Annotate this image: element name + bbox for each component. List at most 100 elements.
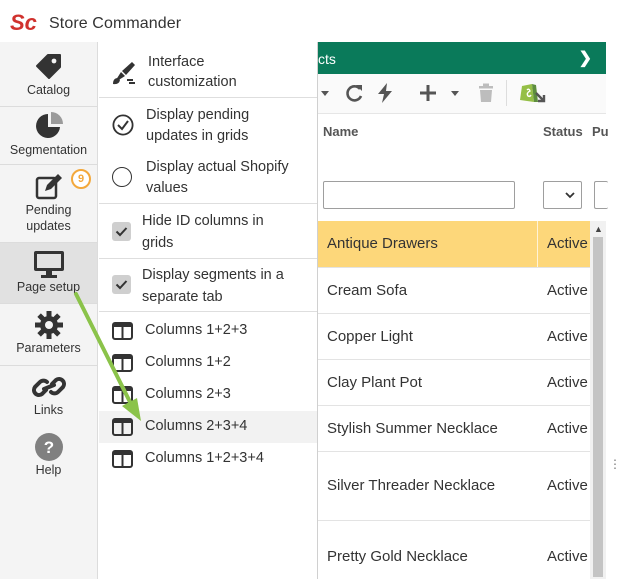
menu-item-label: Columns 2+3 xyxy=(145,386,231,402)
edit-icon xyxy=(35,174,62,200)
menu-item-hide-id-columns[interactable]: Hide ID columns in grids xyxy=(99,205,317,257)
link-icon xyxy=(31,377,66,397)
sidebar-divider xyxy=(0,164,97,165)
tag-icon xyxy=(35,54,61,79)
third-filter-input[interactable] xyxy=(594,181,608,209)
sidebar-item-page-setup[interactable]: Page setup xyxy=(0,243,97,303)
menu-item-label: Columns 1+2+3+4 xyxy=(145,450,264,466)
menu-item-columns-1-2-3-4[interactable]: Columns 1+2+3+4 xyxy=(99,443,317,475)
menu-divider xyxy=(99,203,317,204)
caret-down-icon[interactable] xyxy=(320,90,330,98)
cell-name: Copper Light xyxy=(327,328,413,345)
checkbox-checked-icon xyxy=(112,275,131,294)
menu-item-label: customization xyxy=(148,74,237,90)
menu-item-columns-1-2[interactable]: Columns 1+2 xyxy=(99,347,317,379)
checkbox-checked-icon xyxy=(112,222,131,241)
column-header-third[interactable]: Pu xyxy=(592,124,609,139)
columns-icon xyxy=(112,418,133,436)
refresh-icon[interactable] xyxy=(344,82,364,104)
menu-item-label: Interface xyxy=(148,54,205,70)
app-title: Store Commander xyxy=(49,15,182,32)
sidebar-item-label: Page setup xyxy=(16,280,81,294)
columns-icon xyxy=(112,322,133,340)
menu-item-display-segments-tab[interactable]: Display segments in a separate tab xyxy=(99,260,317,310)
menu-divider xyxy=(99,258,317,259)
menu-divider xyxy=(99,97,317,98)
menu-item-label: Columns 1+2 xyxy=(145,354,231,370)
menu-item-display-actual-shopify-values[interactable]: Display actual Shopify values xyxy=(99,150,317,202)
scroll-up-arrow-icon[interactable]: ▲ xyxy=(594,224,603,234)
menu-item-label: Display segments in a xyxy=(142,267,284,283)
sidebar-item-catalog[interactable]: Catalog xyxy=(0,48,97,106)
table-row[interactable]: Antique Drawers Active xyxy=(318,221,590,268)
cell-divider xyxy=(537,221,538,267)
pending-updates-badge: 9 xyxy=(71,169,91,189)
cell-status: Active xyxy=(547,282,588,299)
grid-toolbar xyxy=(318,74,606,114)
store-commander-logo[interactable]: Sc xyxy=(10,9,40,35)
products-grid-panel: cts ❯ Name Status Pu Antique Drawers Act… xyxy=(318,42,609,579)
cell-name: Silver Threader Necklace xyxy=(327,477,496,494)
table-row[interactable]: Clay Plant Pot Active xyxy=(318,360,590,406)
cell-status: Active xyxy=(547,477,588,494)
table-row[interactable]: Stylish Summer Necklace Active xyxy=(318,406,590,452)
menu-item-label: grids xyxy=(142,235,174,251)
table-row[interactable]: Cream Sofa Active xyxy=(318,268,590,314)
sidebar-item-help[interactable]: ? Help xyxy=(0,430,97,484)
sidebar-divider xyxy=(0,365,97,366)
status-filter-select[interactable] xyxy=(543,181,582,209)
svg-text:?: ? xyxy=(43,438,53,457)
shopify-sync-icon[interactable] xyxy=(518,80,548,108)
menu-item-display-pending-updates[interactable]: Display pending updates in grids xyxy=(99,99,317,149)
empty-circle-icon xyxy=(112,167,132,187)
cell-name: Pretty Gold Necklace xyxy=(327,548,468,565)
monitor-icon xyxy=(33,251,64,278)
sidebar-item-pending-updates[interactable]: 9 Pending updates xyxy=(0,168,97,240)
sidebar-item-label: Pending xyxy=(25,203,72,217)
cell-name: Clay Plant Pot xyxy=(327,374,423,391)
sidebar-item-label: Links xyxy=(33,403,64,417)
toolbar-divider xyxy=(506,80,507,106)
svg-text:Sc: Sc xyxy=(10,10,37,35)
page-setup-menu: Interface customization Display pending … xyxy=(99,42,318,579)
sidebar-item-segmentation[interactable]: Segmentation xyxy=(0,108,97,164)
left-sidebar: Catalog Segmentation 9 Pending updates P… xyxy=(0,42,98,579)
menu-item-columns-2-3-4[interactable]: Columns 2+3+4 xyxy=(99,411,317,443)
lightning-icon[interactable] xyxy=(376,82,394,104)
menu-item-columns-2-3[interactable]: Columns 2+3 xyxy=(99,379,317,411)
table-row[interactable]: Pretty Gold Necklace Active xyxy=(318,521,590,579)
top-bar: Sc Store Commander xyxy=(0,0,618,42)
columns-icon xyxy=(112,386,133,404)
pie-chart-icon xyxy=(35,112,63,138)
sidebar-item-links[interactable]: Links xyxy=(0,370,97,424)
table-row[interactable]: Copper Light Active xyxy=(318,314,590,360)
cell-status: Active xyxy=(547,374,588,391)
menu-item-label: updates in grids xyxy=(146,128,249,144)
cell-name: Antique Drawers xyxy=(327,235,438,252)
brush-icon xyxy=(113,62,135,85)
table-row[interactable]: Silver Threader Necklace Active xyxy=(318,452,590,521)
name-filter-input[interactable] xyxy=(323,181,515,209)
menu-item-label: values xyxy=(146,180,188,196)
scrollbar-thumb[interactable] xyxy=(593,237,603,577)
grid-vertical-scrollbar[interactable]: ▲ xyxy=(590,221,606,579)
cell-status: Active xyxy=(547,235,588,252)
sidebar-item-label: updates xyxy=(26,219,71,233)
add-icon[interactable] xyxy=(418,82,438,104)
help-icon: ? xyxy=(34,433,63,461)
resize-handle-icon[interactable]: ⋮ xyxy=(609,458,618,470)
grid-header-title: cts xyxy=(318,51,336,67)
trash-icon[interactable] xyxy=(476,82,496,104)
columns-icon xyxy=(112,354,133,372)
sidebar-item-label: Help xyxy=(35,463,62,477)
menu-item-interface-customization[interactable]: Interface customization xyxy=(99,50,317,96)
sidebar-divider xyxy=(0,106,97,107)
caret-down-icon[interactable] xyxy=(450,90,460,98)
column-header-status[interactable]: Status xyxy=(543,124,583,139)
menu-item-label: separate tab xyxy=(142,289,223,305)
sidebar-item-parameters[interactable]: Parameters xyxy=(0,306,97,364)
menu-item-columns-1-2-3[interactable]: Columns 1+2+3 xyxy=(99,315,317,347)
column-header-name[interactable]: Name xyxy=(323,124,358,139)
menu-item-label: Display pending xyxy=(146,107,250,123)
chevron-right-icon[interactable]: ❯ xyxy=(579,48,592,68)
